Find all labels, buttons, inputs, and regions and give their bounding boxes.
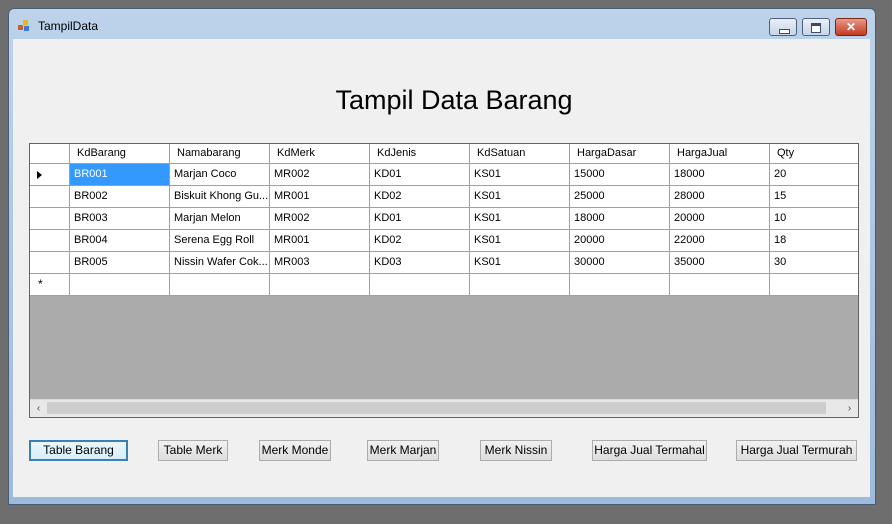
scrollbar-thumb[interactable] bbox=[47, 402, 826, 414]
row-header[interactable] bbox=[30, 186, 70, 208]
table-cell[interactable]: 18000 bbox=[570, 208, 670, 230]
table-cell[interactable]: 18 bbox=[770, 230, 858, 252]
current-row-arrow-icon bbox=[37, 171, 42, 179]
table-cell[interactable]: 10 bbox=[770, 208, 858, 230]
data-grid[interactable]: KdBarang Namabarang KdMerk KdJenis KdSat… bbox=[29, 143, 859, 418]
scroll-right-icon[interactable]: › bbox=[841, 400, 858, 417]
column-header-kdmerk[interactable]: KdMerk bbox=[270, 144, 370, 164]
table-cell[interactable]: 28000 bbox=[670, 186, 770, 208]
table-cell[interactable]: Marjan Melon bbox=[170, 208, 270, 230]
table-cell[interactable]: KS01 bbox=[470, 252, 570, 274]
table-cell[interactable]: Nissin Wafer Cok... bbox=[170, 252, 270, 274]
new-row[interactable]: * bbox=[30, 274, 858, 296]
merk-nissin-button[interactable]: Merk Nissin bbox=[480, 440, 552, 461]
table-cell[interactable] bbox=[70, 274, 170, 296]
table-row[interactable]: BR001 Marjan Coco MR002 KD01 KS01 15000 … bbox=[30, 164, 858, 186]
table-cell[interactable]: KS01 bbox=[470, 164, 570, 186]
minimize-button[interactable] bbox=[769, 18, 797, 36]
table-cell[interactable] bbox=[170, 274, 270, 296]
table-cell[interactable]: MR003 bbox=[270, 252, 370, 274]
table-cell[interactable] bbox=[670, 274, 770, 296]
title-bar[interactable]: TampilData ✕ bbox=[9, 9, 875, 39]
table-cell[interactable]: KD02 bbox=[370, 186, 470, 208]
row-header[interactable] bbox=[30, 164, 70, 186]
grid-header-row: KdBarang Namabarang KdMerk KdJenis KdSat… bbox=[30, 144, 858, 166]
table-cell[interactable]: BR004 bbox=[70, 230, 170, 252]
table-cell[interactable] bbox=[270, 274, 370, 296]
form-client-area: Tampil Data Barang KdBarang Namabarang K… bbox=[13, 39, 870, 497]
close-icon: ✕ bbox=[845, 20, 857, 34]
table-cell[interactable]: 30000 bbox=[570, 252, 670, 274]
table-cell[interactable]: BR002 bbox=[70, 186, 170, 208]
header-corner bbox=[30, 144, 70, 164]
table-cell[interactable]: 20000 bbox=[570, 230, 670, 252]
table-cell[interactable]: Marjan Coco bbox=[170, 164, 270, 186]
table-cell[interactable] bbox=[770, 274, 858, 296]
column-header-hargadasar[interactable]: HargaDasar bbox=[570, 144, 670, 164]
row-header[interactable] bbox=[30, 208, 70, 230]
merk-monde-button[interactable]: Merk Monde bbox=[259, 440, 331, 461]
column-header-namabarang[interactable]: Namabarang bbox=[170, 144, 270, 164]
table-cell[interactable]: 35000 bbox=[670, 252, 770, 274]
page-title: Tampil Data Barang bbox=[335, 85, 573, 115]
table-cell[interactable]: 20 bbox=[770, 164, 858, 186]
maximize-button[interactable] bbox=[802, 18, 830, 36]
close-button[interactable]: ✕ bbox=[835, 18, 867, 36]
table-cell[interactable]: KD02 bbox=[370, 230, 470, 252]
table-cell[interactable] bbox=[470, 274, 570, 296]
table-cell[interactable]: BR003 bbox=[70, 208, 170, 230]
table-cell[interactable]: KS01 bbox=[470, 186, 570, 208]
table-cell[interactable]: MR002 bbox=[270, 164, 370, 186]
merk-marjan-button[interactable]: Merk Marjan bbox=[367, 440, 439, 461]
column-header-hargajual[interactable]: HargaJual bbox=[670, 144, 770, 164]
table-cell[interactable]: 15 bbox=[770, 186, 858, 208]
column-header-qty[interactable]: Qty bbox=[770, 144, 858, 164]
row-header[interactable] bbox=[30, 230, 70, 252]
table-cell[interactable]: 25000 bbox=[570, 186, 670, 208]
table-cell[interactable]: KD01 bbox=[370, 164, 470, 186]
table-cell[interactable]: KD01 bbox=[370, 208, 470, 230]
window-title: TampilData bbox=[38, 19, 99, 33]
column-header-kdbarang[interactable]: KdBarang bbox=[70, 144, 170, 164]
table-cell[interactable]: 30 bbox=[770, 252, 858, 274]
row-header[interactable]: * bbox=[30, 274, 70, 296]
harga-jual-termahal-button[interactable]: Harga Jual Termahal bbox=[592, 440, 707, 461]
main-window: TampilData ✕ Tampil Data Barang KdBarang… bbox=[8, 8, 876, 505]
table-cell[interactable] bbox=[370, 274, 470, 296]
table-cell[interactable]: KS01 bbox=[470, 208, 570, 230]
column-header-kdjenis[interactable]: KdJenis bbox=[370, 144, 470, 164]
table-cell[interactable]: 18000 bbox=[670, 164, 770, 186]
table-cell[interactable]: 15000 bbox=[570, 164, 670, 186]
table-row[interactable]: BR003 Marjan Melon MR002 KD01 KS01 18000… bbox=[30, 208, 858, 230]
horizontal-scrollbar[interactable]: ‹ › bbox=[30, 399, 858, 417]
scroll-left-icon[interactable]: ‹ bbox=[30, 400, 47, 417]
maximize-icon bbox=[811, 23, 821, 33]
column-header-kdsatuan[interactable]: KdSatuan bbox=[470, 144, 570, 164]
table-cell[interactable]: MR001 bbox=[270, 186, 370, 208]
row-header[interactable] bbox=[30, 252, 70, 274]
table-cell[interactable]: 22000 bbox=[670, 230, 770, 252]
minimize-icon bbox=[779, 29, 790, 34]
harga-jual-termurah-button[interactable]: Harga Jual Termurah bbox=[736, 440, 857, 461]
table-cell[interactable]: KD03 bbox=[370, 252, 470, 274]
table-cell[interactable]: BR001 bbox=[70, 164, 170, 186]
table-cell[interactable]: Serena Egg Roll bbox=[170, 230, 270, 252]
table-barang-button[interactable]: Table Barang bbox=[29, 440, 128, 461]
table-cell[interactable]: BR005 bbox=[70, 252, 170, 274]
new-row-marker: * bbox=[38, 277, 43, 291]
table-merk-button[interactable]: Table Merk bbox=[158, 440, 228, 461]
table-cell[interactable] bbox=[570, 274, 670, 296]
table-cell[interactable]: 20000 bbox=[670, 208, 770, 230]
table-cell[interactable]: MR001 bbox=[270, 230, 370, 252]
table-row[interactable]: BR002 Biskuit Khong Gu... MR001 KD02 KS0… bbox=[30, 186, 858, 208]
app-icon bbox=[18, 20, 32, 32]
table-cell[interactable]: Biskuit Khong Gu... bbox=[170, 186, 270, 208]
table-row[interactable]: BR004 Serena Egg Roll MR001 KD02 KS01 20… bbox=[30, 230, 858, 252]
table-row[interactable]: BR005 Nissin Wafer Cok... MR003 KD03 KS0… bbox=[30, 252, 858, 274]
table-cell[interactable]: KS01 bbox=[470, 230, 570, 252]
table-cell[interactable]: MR002 bbox=[270, 208, 370, 230]
